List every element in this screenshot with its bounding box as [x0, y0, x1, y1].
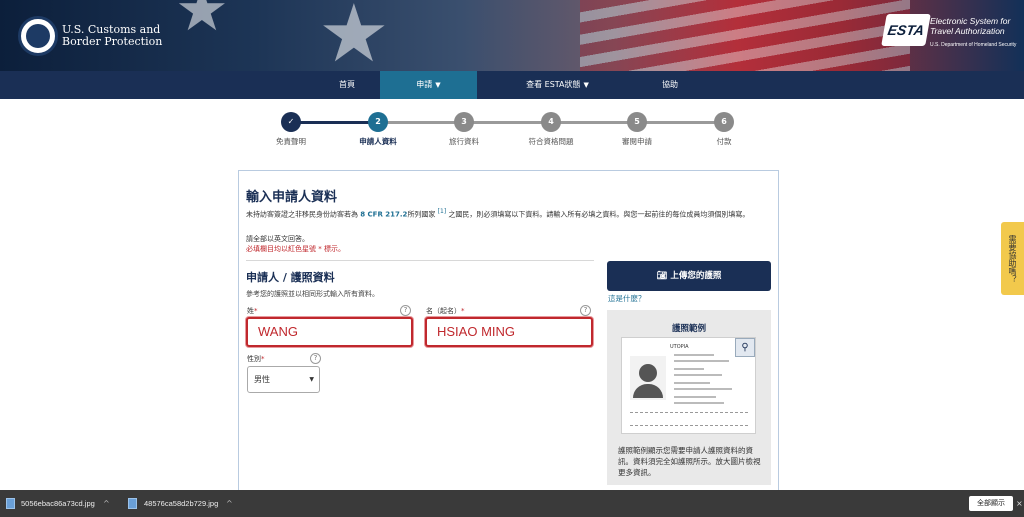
english-note: 請全部以英文回答。 [246, 235, 309, 243]
section-divider [246, 260, 594, 261]
step-1-check-icon: ✓ [281, 112, 301, 132]
required-note: 必填欄目均以紅色星號 * 標示。 [246, 245, 345, 253]
step-4-label: 符合資格問題 [528, 137, 574, 146]
surname-help-icon[interactable]: ? [400, 305, 411, 316]
passport-country: UTOPIA [670, 344, 689, 350]
section-title: 申請人 / 護照資料 [246, 271, 335, 284]
given-name-label-text: 名（起名） [426, 307, 461, 315]
required-asterisk: * [254, 307, 258, 315]
step-5-label: 審閱申請 [622, 137, 652, 146]
feedback-label: 需要協助嗎？ [1008, 234, 1017, 283]
intro-text: 未持訪客簽證之非移民身份訪客若為 8 CFR 217.2所列國家 [1] 之國民… [246, 206, 771, 220]
required-asterisk: * [461, 307, 465, 315]
passport-mrz [630, 412, 748, 426]
download-bar: 5056ebac86a73cd.jpg ^ 48576ca58d2b729.jp… [0, 490, 1024, 517]
flag-star-icon: ★ [318, 0, 390, 71]
caret-down-icon: ▼ [309, 376, 314, 383]
feedback-tab[interactable]: 需要協助嗎？ [1001, 222, 1024, 295]
step-6-circle: 6 [714, 112, 734, 132]
chevron-up-icon[interactable]: ^ [226, 490, 233, 517]
gender-select-value: 男性 [254, 375, 270, 384]
nav-help[interactable]: 協助 [640, 71, 700, 99]
esta-logo-text: ESTA [886, 22, 926, 38]
passport-photo [630, 356, 666, 400]
caret-down-icon: ▼ [583, 81, 589, 89]
given-name-input[interactable]: HSIAO MING [425, 317, 593, 347]
intro-text-c: 之國民，則必須填寫以下資料。請輸入所有必填之資料。與您一起前往的每位成員均須個別… [448, 210, 750, 219]
section-desc: 參考您的護照並以相同形式輸入所有資料。 [246, 290, 379, 298]
page-title: 輸入申請人資料 [246, 190, 338, 205]
esta-logo[interactable]: ESTA Electronic System for Travel Author… [881, 14, 1019, 54]
flag-stripes [580, 0, 910, 71]
step-5-circle: 5 [627, 112, 647, 132]
surname-label: 姓* [247, 306, 258, 316]
step-3-label: 旅行資料 [449, 137, 479, 146]
flag-star-icon: ★ [175, 0, 229, 45]
header-banner: ★ ★ U.S. Customs and Border Protection E… [0, 0, 1024, 71]
dhs-seal-icon[interactable] [18, 16, 58, 56]
step-6-label: 付款 [716, 137, 732, 146]
passport-sample-title: 護照範例 [671, 324, 706, 334]
agency-name[interactable]: U.S. Customs and Border Protection [62, 24, 182, 48]
camera-icon: 📷︎ [656, 271, 668, 281]
step-2-label: 申請人資料 [359, 137, 397, 146]
main-nav: 首頁 申請 ▼ 查看 ESTA狀態 ▼ 協助 [0, 71, 1024, 99]
surname-label-text: 姓 [247, 307, 254, 315]
gender-select[interactable]: 男性 ▼ [247, 366, 320, 393]
what-is-this-link[interactable]: 這是什麼？ [608, 293, 646, 304]
given-name-help-icon[interactable]: ? [580, 305, 591, 316]
upload-passport-label: 上傳您的護照 [670, 271, 722, 281]
surname-input[interactable]: WANG [246, 317, 413, 347]
intro-text-b: 所列國家 [407, 210, 436, 219]
cfr-link[interactable]: 8 CFR 217.2 [360, 210, 407, 218]
upload-passport-button[interactable]: 📷︎ 上傳您的護照 [607, 261, 771, 291]
given-name-label: 名（起名）* [426, 306, 465, 316]
intro-text-a: 未持訪客簽證之非移民身份訪客若為 [246, 210, 358, 219]
image-file-icon [6, 498, 15, 509]
step-1-label: 免責聲明 [276, 137, 306, 146]
show-all-button[interactable]: 全部顯示 [969, 496, 1013, 511]
esta-dept: U.S. Department of Homeland Security [930, 42, 1017, 48]
required-asterisk: * [261, 355, 265, 363]
gender-label: 性別* [247, 354, 265, 364]
close-icon[interactable]: × [1016, 490, 1023, 517]
gender-help-icon[interactable]: ? [310, 353, 321, 364]
passport-sample-desc: 護照範例顯示您需要申請人護照資料的資訊。資料須完全如護照所示。放大圖片檢視更多資… [618, 446, 761, 477]
caret-down-icon: ▼ [435, 81, 441, 89]
gender-label-text: 性別 [247, 355, 261, 363]
image-file-icon [128, 498, 137, 509]
nav-check-status[interactable]: 查看 ESTA狀態 ▼ [500, 71, 615, 99]
nav-apply-label: 申請 [416, 80, 433, 89]
step-3-circle: 3 [454, 112, 474, 132]
step-4-circle: 4 [541, 112, 561, 132]
esta-subtitle: Electronic System for Travel Authorizati… [930, 16, 1011, 36]
nav-apply[interactable]: 申請 ▼ [380, 71, 477, 99]
nav-check-status-label: 查看 ESTA狀態 [526, 80, 581, 89]
download-item-1[interactable]: 5056ebac86a73cd.jpg [21, 490, 95, 517]
progress-line-done [291, 121, 378, 124]
zoom-magnifier-icon[interactable]: ⚲ [735, 338, 755, 357]
nav-home[interactable]: 首頁 [318, 71, 376, 99]
footnote-link[interactable]: [1] [438, 208, 447, 215]
step-2-circle: 2 [368, 112, 388, 132]
download-item-2[interactable]: 48576ca58d2b729.jpg [144, 490, 218, 517]
chevron-up-icon[interactable]: ^ [103, 490, 110, 517]
